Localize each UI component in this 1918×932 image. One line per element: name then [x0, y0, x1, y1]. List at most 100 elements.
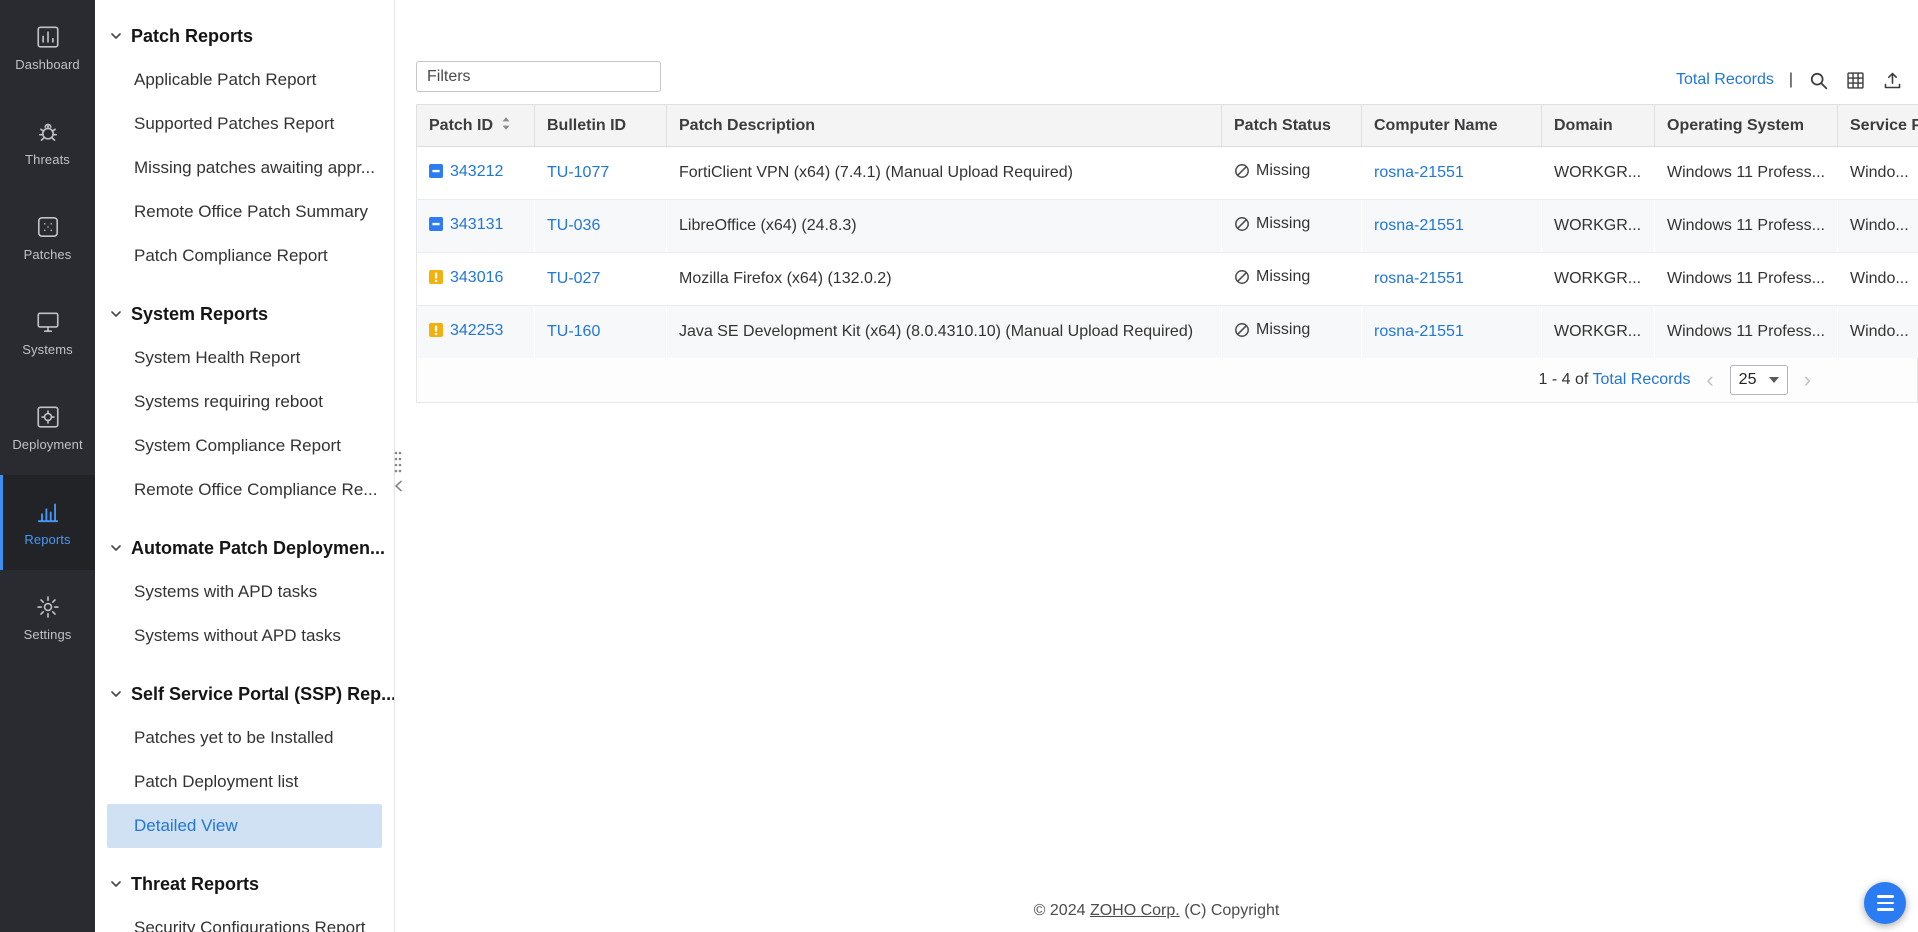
previous-page-button[interactable]: ‹	[1704, 369, 1715, 391]
service-pack-cell: Windo...	[1837, 199, 1918, 253]
sidebar-item[interactable]: Patch Deployment list	[95, 760, 394, 804]
table-view-icon[interactable]	[1845, 69, 1867, 91]
patch-id-link[interactable]: 342253	[450, 322, 503, 339]
table-row: 343016 TU-027 Mozilla Firefox (x64) (132.0…	[416, 252, 1918, 306]
section-header[interactable]: Threat Reports	[95, 862, 394, 906]
sidebar-item[interactable]: Security Configurations Report	[95, 906, 394, 932]
sort-icon[interactable]	[501, 116, 511, 136]
app-root: Dashboard Threats Patches Systems Deployment…	[0, 0, 1918, 932]
page-size-select[interactable]: 25	[1729, 365, 1788, 395]
patch-id-link[interactable]: 343131	[450, 216, 503, 233]
total-records-link[interactable]: Total Records	[1676, 71, 1774, 89]
section-header[interactable]: System Reports	[95, 292, 394, 336]
missing-status-icon	[1234, 216, 1250, 232]
computer-name-link[interactable]: rosna-21551	[1374, 270, 1464, 287]
export-icon[interactable]	[1882, 69, 1904, 91]
toolbar: Total Records |	[416, 61, 1904, 99]
column-header[interactable]: Bulletin ID	[534, 104, 667, 147]
report-section: Patch Reports Applicable Patch Report Supp…	[95, 14, 394, 278]
column-header[interactable]: Patch ID	[416, 104, 535, 147]
rail-item-reports[interactable]: Reports	[0, 475, 95, 570]
report-sidebar: Patch Reports Applicable Patch Report Supp…	[95, 0, 395, 932]
column-header[interactable]: Patch Status	[1221, 104, 1362, 147]
rail-item-systems[interactable]: Systems	[0, 285, 95, 380]
next-page-button[interactable]: ›	[1802, 369, 1813, 391]
rail-item-patches[interactable]: Patches	[0, 190, 95, 285]
computer-name-link[interactable]: rosna-21551	[1374, 164, 1464, 181]
severity-important-icon	[429, 270, 443, 289]
service-pack-cell: Windo...	[1837, 305, 1918, 359]
section-header[interactable]: Patch Reports	[95, 14, 394, 58]
column-header[interactable]: Service Pack	[1837, 104, 1918, 147]
sidebar-item[interactable]: System Health Report	[95, 336, 394, 380]
patch-description-cell: LibreOffice (x64) (24.8.3)	[666, 199, 1222, 253]
sidebar-item[interactable]: Applicable Patch Report	[95, 58, 394, 102]
os-cell: Windows 11 Profess...	[1654, 305, 1838, 359]
bulletin-id-link[interactable]: TU-1077	[547, 164, 609, 181]
section-title: Patch Reports	[131, 26, 254, 46]
report-section: Threat Reports Security Configurations Re…	[95, 862, 394, 932]
zoho-corp-link[interactable]: ZOHO Corp.	[1090, 902, 1180, 919]
sidebar-item[interactable]: System Compliance Report	[95, 424, 394, 468]
bulletin-id-link[interactable]: TU-027	[547, 270, 600, 287]
sidebar-item[interactable]: Patches yet to be Installed	[95, 716, 394, 760]
section-title: Threat Reports	[131, 874, 260, 894]
column-header[interactable]: Operating System	[1654, 104, 1838, 147]
rail-item-label: Threats	[25, 151, 70, 167]
sidebar-item[interactable]: Remote Office Compliance Re...	[95, 468, 394, 512]
sidebar-item[interactable]: Systems requiring reboot	[95, 380, 394, 424]
severity-important-icon	[429, 323, 443, 342]
domain-cell: WORKGR...	[1541, 305, 1655, 359]
sidebar-item[interactable]: Systems with APD tasks	[95, 570, 394, 614]
sidebar-item[interactable]: Remote Office Patch Summary	[95, 190, 394, 234]
column-header-label: Patch Description	[679, 116, 816, 134]
column-header[interactable]: Computer Name	[1361, 104, 1542, 147]
rail-item-threats[interactable]: Threats	[0, 95, 95, 190]
chevron-down-icon	[110, 542, 122, 554]
section-header[interactable]: Automate Patch Deploymen...	[95, 526, 394, 570]
quick-actions-fab[interactable]	[1864, 882, 1906, 924]
rail-item-dashboard[interactable]: Dashboard	[0, 0, 95, 95]
collapse-sidebar-icon[interactable]	[394, 480, 403, 492]
sidebar-item[interactable]: Missing patches awaiting appr...	[95, 146, 394, 190]
bulletin-id-link[interactable]: TU-036	[547, 217, 600, 234]
panel-resize-handle[interactable]	[391, 450, 405, 502]
service-pack-cell: Windo...	[1837, 252, 1918, 306]
patch-id-link[interactable]: 343016	[450, 269, 503, 286]
patch-table: Patch ID Bulletin ID Patch Description Patc…	[416, 104, 1918, 359]
os-cell: Windows 11 Profess...	[1654, 252, 1838, 306]
sidebar-item[interactable]: Detailed View	[107, 804, 382, 848]
table-header-row: Patch ID Bulletin ID Patch Description Patc…	[416, 104, 1918, 147]
main-content: Total Records |	[395, 0, 1918, 932]
range-text: 1 - 4 of	[1538, 371, 1589, 388]
menu-icon	[1876, 895, 1894, 911]
pagination-range: 1 - 4 of Total Records	[1539, 371, 1691, 389]
rail-item-deployment[interactable]: Deployment	[0, 380, 95, 475]
os-cell: Windows 11 Profess...	[1654, 146, 1838, 200]
systems-icon	[35, 309, 61, 335]
sidebar-item[interactable]: Patch Compliance Report	[95, 234, 394, 278]
sidebar-item[interactable]: Systems without APD tasks	[95, 614, 394, 658]
dashboard-icon	[35, 24, 61, 50]
rail-item-settings[interactable]: Settings	[0, 570, 95, 665]
search-icon[interactable]	[1808, 69, 1830, 91]
filters-input[interactable]	[416, 61, 661, 92]
patch-description-cell: FortiClient VPN (x64) (7.4.1) (Manual Up…	[666, 146, 1222, 200]
section-title: System Reports	[131, 304, 269, 324]
computer-name-link[interactable]: rosna-21551	[1374, 323, 1464, 340]
pagination-total-records-link[interactable]: Total Records	[1593, 371, 1691, 388]
computer-name-link[interactable]: rosna-21551	[1374, 217, 1464, 234]
patch-status-text: Missing	[1256, 162, 1311, 179]
toolbar-separator: |	[1788, 71, 1793, 88]
section-header[interactable]: Self Service Portal (SSP) Rep...	[95, 672, 394, 716]
column-header-label: Patch ID	[429, 116, 494, 134]
bulletin-id-link[interactable]: TU-160	[547, 323, 600, 340]
deployment-icon	[35, 404, 61, 430]
table-body: 343212 TU-1077 FortiClient VPN (x64) (7.4.…	[416, 146, 1918, 359]
patch-id-link[interactable]: 343212	[450, 163, 503, 180]
column-header[interactable]: Patch Description	[666, 104, 1222, 147]
sidebar-item[interactable]: Supported Patches Report	[95, 102, 394, 146]
section-title: Automate Patch Deploymen...	[131, 538, 386, 558]
column-header[interactable]: Domain	[1541, 104, 1655, 147]
column-header-label: Domain	[1554, 116, 1613, 134]
